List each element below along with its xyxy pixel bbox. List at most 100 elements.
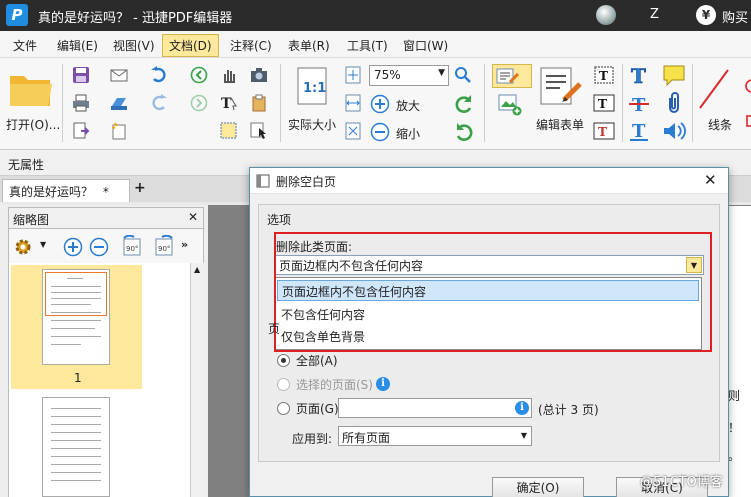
svg-text:T: T	[598, 97, 607, 111]
radio-all-pages-label[interactable]: 全部(A)	[296, 352, 338, 369]
radio-page-range-label[interactable]: 页面(G)	[296, 400, 339, 417]
radio-selected-pages[interactable]	[277, 378, 290, 391]
zoom-in-icon[interactable]	[370, 94, 390, 114]
underline-icon[interactable]: T	[628, 120, 650, 142]
thumbnail-list: 1	[8, 263, 190, 497]
radio-all-pages[interactable]	[277, 354, 290, 367]
thumbnail-page-2[interactable]	[42, 397, 110, 497]
highlight-box	[274, 232, 712, 352]
rotate-page-left-icon[interactable]: 90°	[121, 235, 143, 257]
camera-icon[interactable]	[250, 66, 268, 84]
gear-dropdown-chevron-icon[interactable]: ▼	[40, 240, 46, 249]
rotate-right-icon[interactable]	[454, 122, 474, 142]
thumb-zoom-out-icon[interactable]	[89, 237, 109, 257]
attachment-icon[interactable]	[664, 92, 684, 114]
radio-selected-pages-label[interactable]: 选择的页面(S)	[296, 376, 373, 393]
rotate-left-icon[interactable]	[454, 94, 474, 114]
text-box-icon[interactable]: T	[592, 92, 616, 114]
line-tool-icon[interactable]	[698, 66, 730, 110]
svg-text:90°: 90°	[126, 245, 138, 253]
thumbnail-page-1[interactable]	[42, 269, 110, 365]
tab-document[interactable]: 真的是好运吗？ *	[2, 179, 130, 202]
apply-to-select[interactable]: 所有页面 ▼	[338, 426, 532, 446]
page-range-input[interactable]: i	[338, 398, 532, 418]
email-icon[interactable]	[110, 66, 128, 84]
apply-to-label: 应用到:	[292, 432, 333, 446]
dialog-close-button[interactable]: ✕	[704, 171, 717, 189]
gear-icon[interactable]	[13, 237, 33, 257]
redo-icon[interactable]	[150, 94, 168, 112]
currency-icon[interactable]: ¥	[696, 5, 716, 25]
line-tool-label[interactable]: 线条	[708, 116, 732, 133]
total-pages-text: (总计 3 页)	[538, 403, 599, 417]
actual-size-icon[interactable]: 1:1	[296, 66, 330, 106]
close-icon[interactable]: ✕	[188, 210, 198, 224]
cursor-select-icon[interactable]	[250, 122, 268, 140]
open-folder-icon[interactable]	[8, 68, 54, 108]
dialog-title-bar: 删除空白页 ✕	[250, 168, 728, 194]
menu-form[interactable]: 表单(R)	[283, 36, 335, 55]
forward-icon[interactable]	[190, 94, 208, 112]
info-icon[interactable]: i	[376, 377, 390, 391]
hand-tool-icon[interactable]	[220, 66, 238, 84]
user-avatar-icon[interactable]	[596, 5, 616, 25]
svg-text:T: T	[598, 125, 607, 139]
menu-tools[interactable]: 工具(T)	[342, 36, 393, 55]
user-initial[interactable]: Z	[650, 7, 659, 22]
buy-button[interactable]: 购买	[722, 7, 748, 26]
svg-text:90°: 90°	[158, 245, 170, 253]
back-icon[interactable]	[190, 66, 208, 84]
add-image-icon[interactable]	[498, 94, 522, 116]
menu-edit[interactable]: 编辑(E)	[52, 36, 103, 55]
actual-size-label[interactable]: 实际大小	[288, 116, 336, 133]
radio-page-range[interactable]	[277, 402, 290, 415]
thumbnail-item-selected[interactable]: 1	[11, 265, 142, 389]
menu-comment[interactable]: 注释(C)	[225, 36, 277, 55]
scroll-up-icon[interactable]: ▲	[194, 265, 200, 274]
sound-icon[interactable]	[662, 120, 686, 142]
zoom-out-label[interactable]: 缩小	[396, 125, 420, 142]
edit-content-tool[interactable]	[492, 64, 532, 88]
thumb-zoom-in-icon[interactable]	[63, 237, 83, 257]
thumbnail-scrollbar[interactable]: ▲	[190, 263, 204, 497]
actual-size-icon-text: 1:1	[303, 81, 326, 96]
select-text-icon[interactable]: T	[220, 94, 238, 112]
clipboard-icon[interactable]	[250, 94, 268, 112]
ok-button[interactable]: 确定(O)	[492, 477, 584, 497]
print-icon[interactable]	[72, 94, 90, 112]
more-chevron-icon[interactable]: »	[181, 238, 188, 251]
typewriter-icon[interactable]: T	[628, 64, 650, 86]
text-field-icon[interactable]: T	[592, 64, 616, 86]
new-document-icon[interactable]	[110, 122, 128, 140]
scan-icon[interactable]	[110, 94, 128, 112]
thumbnail-panel-header: 缩略图 ✕	[8, 207, 204, 229]
edit-form-label[interactable]: 编辑表单	[536, 116, 584, 133]
export-icon[interactable]	[72, 122, 90, 140]
zoom-combobox[interactable]: 75% ▼	[369, 65, 449, 86]
fit-visible-icon[interactable]	[344, 122, 362, 140]
text-comment-icon[interactable]: T	[592, 120, 616, 142]
zoom-search-icon[interactable]	[454, 66, 472, 84]
menu-window[interactable]: 窗口(W)	[398, 36, 453, 55]
fit-width-icon[interactable]	[344, 94, 362, 112]
strikeout-icon[interactable]: T	[628, 92, 650, 114]
save-icon[interactable]	[72, 66, 90, 84]
undo-icon[interactable]	[150, 66, 168, 84]
info-icon[interactable]: i	[515, 401, 529, 415]
rotate-page-right-icon[interactable]: 90°	[153, 235, 175, 257]
menu-bar: 文件 编辑(E) 视图(V) 文档(D) 注释(C) 表单(R) 工具(T) 窗…	[0, 31, 751, 58]
property-label: 无属性	[8, 158, 45, 172]
open-button-label[interactable]: 打开(O)...	[6, 116, 60, 133]
menu-file[interactable]: 文件	[8, 36, 42, 55]
menu-view[interactable]: 视图(V)	[108, 36, 160, 55]
fit-page-icon[interactable]	[344, 66, 362, 84]
new-tab-button[interactable]: +	[134, 180, 146, 196]
zoom-in-label[interactable]: 放大	[396, 97, 420, 114]
edit-form-icon[interactable]	[538, 66, 584, 106]
snapshot-select-icon[interactable]	[220, 122, 238, 140]
menu-document[interactable]: 文档(D)	[162, 34, 219, 57]
note-icon[interactable]	[662, 64, 686, 86]
zoom-out-icon[interactable]	[370, 122, 390, 142]
more-shapes-icon[interactable]	[744, 76, 751, 136]
ribbon-toolbar: 打开(O)... T 1:1 实际大小 75% ▼ 放大 缩小 编辑表单 T T…	[0, 58, 751, 150]
